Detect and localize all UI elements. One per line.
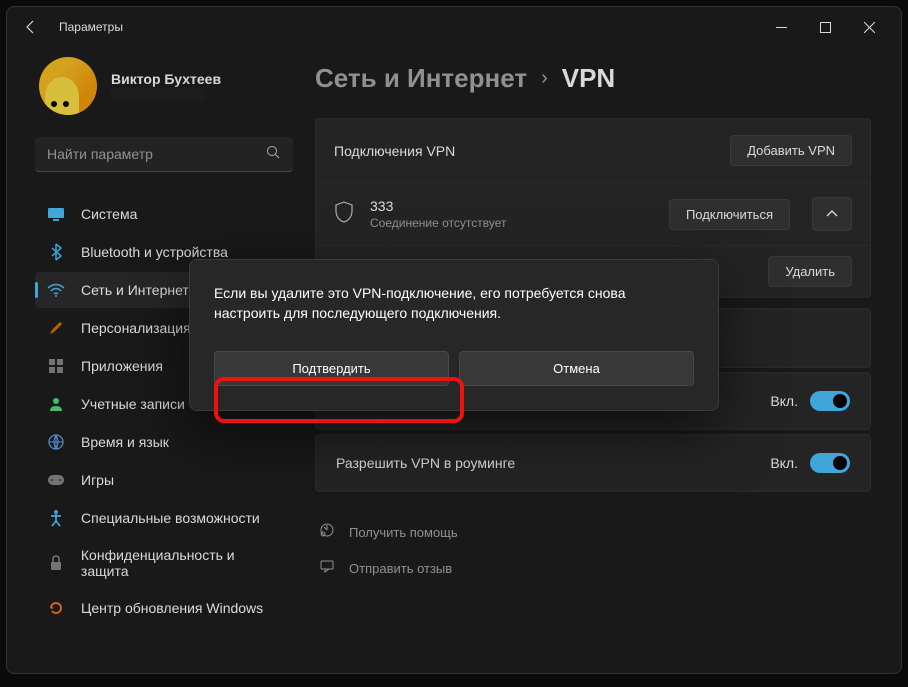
- dialog-message: Если вы удалите это VPN-подключение, его…: [214, 284, 694, 323]
- cancel-button[interactable]: Отмена: [459, 351, 694, 386]
- confirm-button[interactable]: Подтвердить: [214, 351, 449, 386]
- dialog-backdrop: Если вы удалите это VPN-подключение, его…: [7, 7, 901, 673]
- settings-window: Параметры Виктор Бухтеев ████████████: [6, 6, 902, 674]
- confirm-dialog: Если вы удалите это VPN-подключение, его…: [189, 259, 719, 411]
